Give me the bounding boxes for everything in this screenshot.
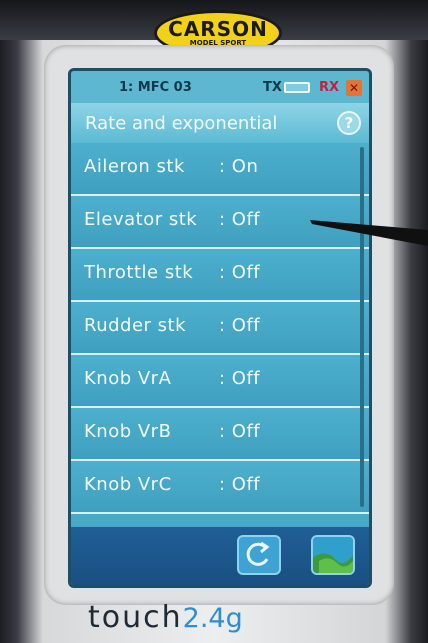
- item-value: : Off: [219, 421, 261, 442]
- tx-label: TX: [263, 80, 282, 95]
- brand-wordmark: touch 2.4g: [88, 600, 243, 640]
- model-name: 1: MFC 03: [119, 80, 192, 95]
- brand-freq-text: 2.4g: [182, 603, 243, 634]
- list-item-knob-vrc[interactable]: Knob VrC : Off: [71, 461, 369, 514]
- help-icon[interactable]: ?: [337, 111, 361, 135]
- item-label: Knob VrA: [84, 368, 172, 389]
- bottom-toolbar: [71, 527, 369, 585]
- confirm-button[interactable]: [311, 535, 355, 575]
- item-value: : Off: [219, 315, 261, 336]
- page-title: Rate and exponential: [85, 113, 278, 134]
- list-scrollbar[interactable]: [360, 147, 364, 507]
- transmitter-body: CARSON MODEL SPORT 1: MFC 03 TX RX ✕ Rat…: [0, 0, 428, 643]
- status-bar: 1: MFC 03 TX RX ✕: [71, 71, 369, 103]
- list-item-rudder[interactable]: Rudder stk : Off: [71, 302, 369, 355]
- back-arrow-icon: [246, 541, 270, 566]
- item-label: Throttle stk: [84, 262, 194, 283]
- item-label: Knob VrB: [84, 421, 172, 442]
- item-value: : Off: [219, 209, 261, 230]
- item-value: : Off: [219, 474, 261, 495]
- back-button[interactable]: [237, 535, 281, 575]
- confirm-icon: [313, 537, 353, 573]
- item-label: Knob VrC: [84, 474, 172, 495]
- list-item-aileron[interactable]: Aileron stk : On: [71, 143, 369, 196]
- item-label: Rudder stk: [84, 315, 187, 336]
- battery-icon: [284, 82, 310, 93]
- item-label: Elevator stk: [84, 209, 198, 230]
- brand-touch-text: touch: [88, 600, 183, 635]
- list-item-throttle[interactable]: Throttle stk : Off: [71, 249, 369, 302]
- item-value: : Off: [219, 262, 261, 283]
- logo-main-text: CARSON: [168, 17, 268, 41]
- list-item-knob-vra[interactable]: Knob VrA : Off: [71, 355, 369, 408]
- speaker-muted-icon[interactable]: ✕: [346, 80, 362, 96]
- item-label: Aileron stk: [84, 156, 185, 177]
- touch-screen: 1: MFC 03 TX RX ✕ Rate and exponential ?…: [68, 68, 372, 588]
- rate-expo-list: Aileron stk : On Elevator stk : Off Thro…: [71, 143, 369, 514]
- rx-label: RX: [319, 80, 340, 95]
- item-value: : On: [219, 156, 259, 177]
- item-value: : Off: [219, 368, 261, 389]
- list-item-knob-vrb[interactable]: Knob VrB : Off: [71, 408, 369, 461]
- list-item-elevator[interactable]: Elevator stk : Off: [71, 196, 369, 249]
- page-header: Rate and exponential ?: [71, 103, 369, 143]
